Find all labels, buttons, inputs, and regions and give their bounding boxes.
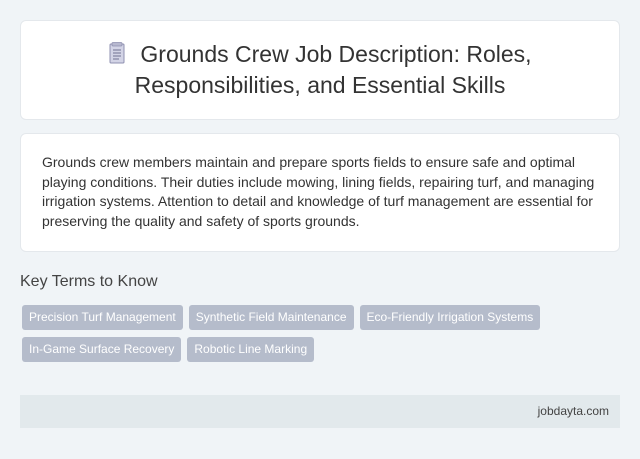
summary-text: Grounds crew members maintain and prepar…	[42, 154, 595, 229]
tag-precision-turf-management[interactable]: Precision Turf Management	[22, 305, 183, 330]
tag-row: In-Game Surface Recovery Robotic Line Ma…	[22, 337, 612, 362]
title-card: Grounds Crew Job Description: Roles, Res…	[20, 20, 620, 120]
tag-eco-friendly-irrigation-systems[interactable]: Eco-Friendly Irrigation Systems	[359, 305, 541, 330]
tag-in-game-surface-recovery[interactable]: In-Game Surface Recovery	[22, 337, 182, 362]
document-icon	[108, 42, 126, 71]
summary-card: Grounds crew members maintain and prepar…	[20, 133, 620, 252]
footer-source-link[interactable]: jobdayta.com	[538, 404, 609, 418]
page-title-text: Grounds Crew Job Description: Roles, Res…	[134, 41, 532, 98]
footer: jobdayta.com	[20, 395, 620, 428]
tag-synthetic-field-maintenance[interactable]: Synthetic Field Maintenance	[188, 305, 354, 330]
tag-row: Precision Turf Management Synthetic Fiel…	[22, 305, 612, 330]
key-terms-heading: Key Terms to Know	[20, 273, 158, 290]
page-title: Grounds Crew Job Description: Roles, Res…	[21, 40, 619, 100]
key-terms-tags: Precision Turf Management Synthetic Fiel…	[22, 305, 612, 369]
tag-robotic-line-marking[interactable]: Robotic Line Marking	[187, 337, 315, 362]
